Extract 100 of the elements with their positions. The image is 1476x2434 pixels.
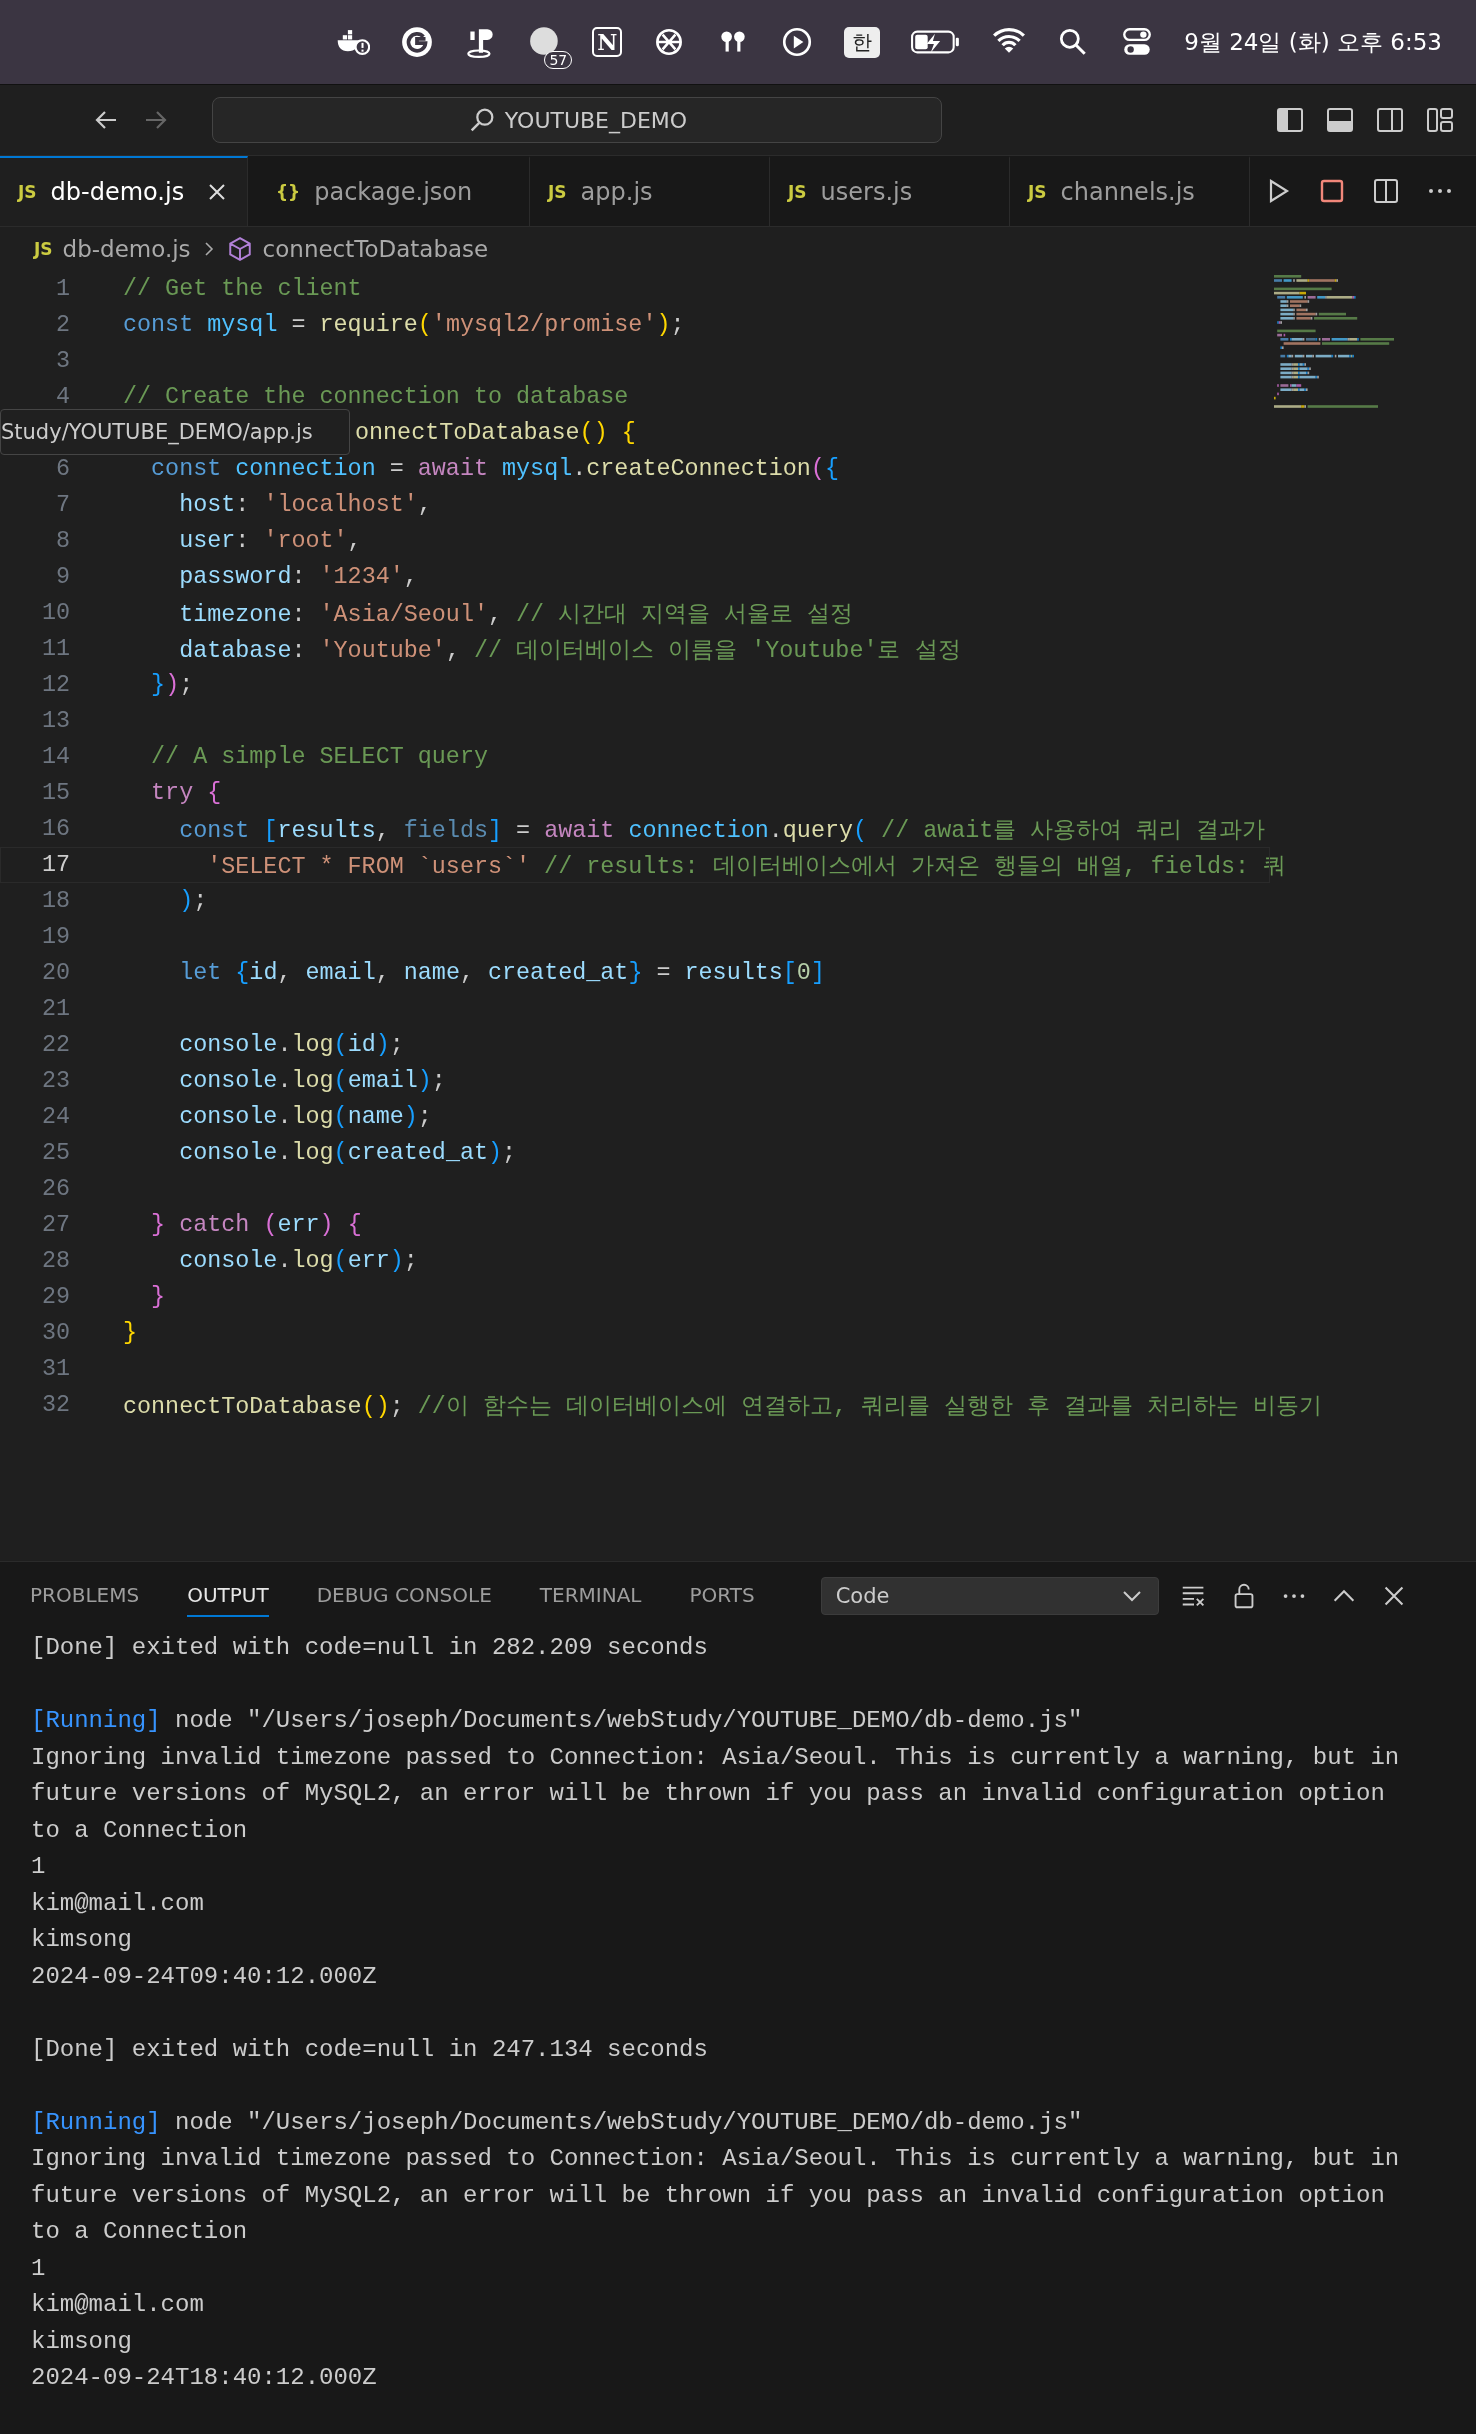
line-number: 17: [40, 852, 70, 878]
file-type-icon: {}: [276, 182, 301, 202]
line-number: 10: [40, 600, 70, 626]
panel-tab[interactable]: OUTPUT: [187, 1575, 269, 1617]
line-number: 8: [54, 528, 70, 554]
output-line: kim@mail.com: [31, 1888, 205, 1919]
line-number: 24: [40, 1104, 70, 1130]
menu-bar-clock[interactable]: 9월 24일 (화) 오후 6:53: [1184, 26, 1442, 58]
code-line: } catch (err) {: [150, 1212, 362, 1238]
output-line: [Done] exited with code=null in 247.134 seconds: [31, 2034, 709, 2065]
code-line: connectToDatabase(); //이 함수는 데이터베이스에 연결하고, 쿼리를 실행한 후 결과를 처리하는 비동기: [123, 1393, 1323, 1421]
code-line: host: 'localhost',: [178, 492, 432, 518]
tab-label: users.js: [820, 178, 913, 206]
output-line: [Running] node "/Users/joseph/Documents/webStudy/YOUTUBE_DEMO/db-demo.js": [31, 1706, 1084, 1736]
code-line: console.log(err);: [178, 1248, 418, 1274]
line-number: 20: [40, 960, 70, 986]
code-line: // Get the client: [123, 276, 362, 302]
code-line: // Create the connection to database: [123, 384, 629, 410]
code-line: user: 'root',: [178, 528, 362, 554]
output-line: to a Connection: [31, 2217, 249, 2247]
output-line: kim@mail.com: [31, 2290, 205, 2320]
line-number: 14: [40, 744, 70, 770]
command-search-box[interactable]: YOUTUBE_DEMO: [212, 97, 942, 143]
code-line: database: 'Youtube', // 데이터베이스 이름을 'Youtube'로 설정: [178, 637, 961, 665]
line-number: 4: [54, 384, 70, 410]
line-number: 27: [40, 1212, 70, 1238]
file-type-icon: JS: [548, 182, 567, 202]
path-tooltip: Study/YOUTUBE_DEMO/app.js: [0, 409, 350, 455]
notion-logo[interactable]: N: [592, 27, 623, 57]
line-number: 12: [40, 672, 70, 698]
tab-label: channels.js: [1060, 178, 1195, 206]
line-number: 11: [40, 636, 70, 662]
line-number: 19: [40, 924, 70, 950]
panel-tab[interactable]: PROBLEMS: [30, 1575, 140, 1617]
code-line: );: [178, 888, 208, 914]
notification-badge: 57: [544, 51, 573, 69]
output-line: 1: [31, 1852, 47, 1882]
panel-tab[interactable]: PORTS: [689, 1575, 755, 1617]
line-number: 23: [40, 1068, 70, 1094]
line-number: 26: [40, 1176, 70, 1202]
line-number: 25: [40, 1140, 70, 1166]
code-line: });: [150, 672, 194, 698]
output-line: [Running] node "/Users/joseph/Documents/webStudy/YOUTUBE_DEMO/db-demo.js": [31, 2107, 1084, 2138]
output-line: 2024-09-24T09:40:12.000Z: [31, 1961, 378, 1992]
output-line: future versions of MySQL2, an error will be thrown if you pass an invalid configuration option: [31, 1779, 1386, 1809]
line-number: 30: [40, 1320, 70, 1346]
output-line: to a Connection: [31, 1815, 249, 1846]
code-line: console.log(email);: [178, 1068, 446, 1094]
output-line: future versions of MySQL2, an error will be thrown if you pass an invalid configuration option: [31, 2180, 1386, 2211]
code-line: console.log(created_at);: [178, 1140, 517, 1166]
editor-tab[interactable]: JS channels.js: [1010, 156, 1250, 226]
file-type-icon: JS: [788, 182, 807, 202]
line-number: 28: [40, 1248, 70, 1274]
breadcrumb-item[interactable]: connectToDatabase: [262, 236, 489, 262]
code-line: }: [150, 1284, 166, 1310]
panel-tab[interactable]: DEBUG CONSOLE: [316, 1575, 492, 1617]
output-line: 1: [31, 2253, 47, 2284]
cube-icon: [226, 236, 253, 262]
line-number: 13: [40, 708, 70, 734]
code-line: console.log(id);: [178, 1032, 404, 1058]
output-line: Ignoring invalid timezone passed to Connection: Asia/Seoul. This is currently a warning, but in: [31, 1742, 1401, 1773]
workspace-name: YOUTUBE_DEMO: [504, 107, 688, 133]
line-number: 2: [54, 312, 70, 338]
line-number: 7: [54, 492, 70, 518]
line-number: 32: [40, 1392, 70, 1418]
code-line: }: [123, 1320, 138, 1346]
tab-label: app.js: [580, 178, 653, 206]
file-type-icon: JS: [34, 239, 53, 259]
line-number: 15: [40, 780, 70, 806]
tab-label: db-demo.js: [50, 178, 185, 206]
input-source-indicator[interactable]: 한: [844, 26, 881, 58]
editor-tab[interactable]: {} package.json: [248, 156, 530, 226]
line-number: 31: [40, 1356, 70, 1382]
line-number: 18: [40, 888, 70, 914]
editor-tab[interactable]: JS app.js: [530, 156, 770, 226]
code-line: let {id, email, name, created_at} = results[0]: [178, 960, 825, 986]
editor-tab[interactable]: JS users.js: [770, 156, 1010, 226]
code-line: const mysql = require('mysql2/promise');: [123, 312, 685, 338]
panel-tab[interactable]: TERMINAL: [539, 1575, 642, 1617]
line-number: 16: [40, 816, 70, 842]
line-number: 22: [40, 1032, 70, 1058]
code-line: 'SELECT * FROM `users`' // results: 데이터베이스에서 가져온 행들의 배열, fields: 쿼: [206, 853, 1287, 881]
code-line: // A simple SELECT query: [150, 744, 488, 770]
file-type-icon: JS: [1028, 182, 1047, 202]
code-line: console.log(name);: [178, 1104, 432, 1130]
line-number: 21: [40, 996, 70, 1022]
file-type-icon: JS: [18, 182, 37, 202]
code-line: const [results, fields] = await connection.query( // await를 사용하여 쿼리 결과가: [178, 817, 1266, 845]
line-number: 6: [54, 456, 70, 482]
line-number: 3: [54, 348, 70, 374]
output-line: kimsong: [31, 2326, 133, 2357]
g-logo-icon[interactable]: [400, 25, 435, 59]
output-channel-dropdown[interactable]: Code: [820, 1577, 1159, 1615]
tab-label: package.json: [314, 178, 473, 206]
output-line: kimsong: [31, 1925, 133, 1955]
code-line: const connection = await mysql.createConnection({: [150, 456, 839, 482]
breadcrumb-item[interactable]: db-demo.js: [62, 236, 191, 262]
line-number: 1: [54, 276, 70, 302]
editor-tab[interactable]: JS db-demo.js: [0, 156, 248, 226]
line-number: 29: [40, 1284, 70, 1310]
